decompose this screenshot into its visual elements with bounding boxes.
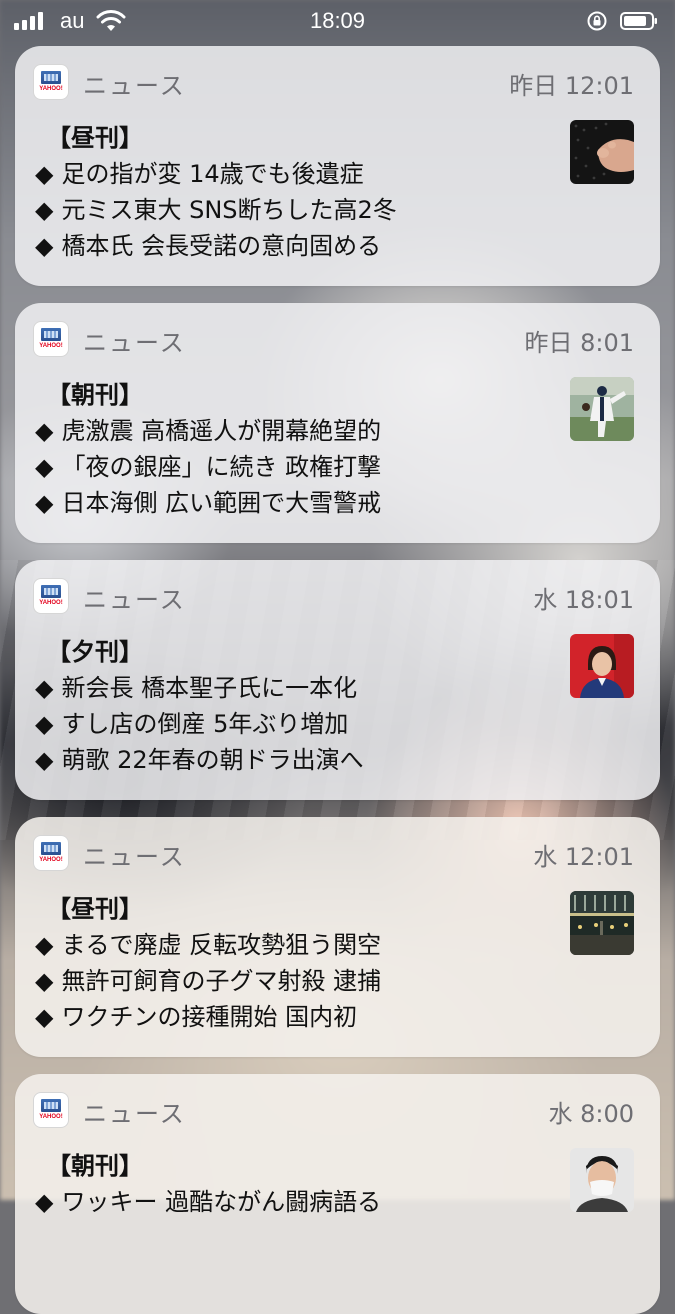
headline: ◆ 虎激震 高橋遥人が開幕絶望的	[35, 411, 381, 446]
bullet-icon: ◆	[35, 232, 54, 260]
headline-text: 元ミス東大 SNS断ちした高2冬	[61, 196, 397, 224]
bullet-icon: ◆	[35, 1188, 54, 1216]
headline-text: 足の指が変 14歳でも後遺症	[61, 160, 364, 188]
bullet-icon: ◆	[35, 931, 54, 959]
woman-portrait-photo-thumbnail	[570, 634, 634, 698]
notification-card[interactable]: YAHOO! ニュース 昨日 8:01 【朝刊】 ◆ 虎激震 高橋遥人が開幕絶望的…	[15, 303, 660, 543]
bullet-icon: ◆	[35, 710, 54, 738]
headline-text: 「夜の銀座」に続き 政権打撃	[61, 453, 382, 481]
headline-text: 虎激震 高橋遥人が開幕絶望的	[61, 417, 382, 445]
bullet-icon: ◆	[35, 489, 54, 517]
baseball-pitcher-photo-thumbnail	[570, 377, 634, 441]
headline-text: 萌歌 22年春の朝ドラ出演へ	[61, 746, 364, 774]
headline: ◆ 萌歌 22年春の朝ドラ出演へ	[35, 740, 364, 775]
headline-text: まるで廃虚 反転攻勢狙う関空	[61, 931, 382, 959]
status-clock: 18:09	[309, 8, 366, 33]
bullet-icon: ◆	[35, 160, 54, 188]
notification-time: 水 8:00	[548, 1100, 634, 1128]
empty-airport-photo-thumbnail	[570, 891, 634, 955]
edition-label: 【昼刊】	[47, 895, 143, 923]
headline: ◆ 日本海側 広い範囲で大雪警戒	[35, 483, 381, 518]
headline-text: ワクチンの接種開始 国内初	[61, 1003, 358, 1031]
bullet-icon: ◆	[35, 453, 54, 481]
headline: ◆ 足の指が変 14歳でも後遺症	[35, 154, 364, 189]
notification-card[interactable]: YAHOO! ニュース 昨日 12:01 【昼刊】 ◆ 足の指が変 14歳でも後遺…	[15, 46, 660, 286]
status-bar: au 18:09	[0, 0, 675, 44]
man-with-mask-photo-thumbnail	[570, 1148, 634, 1212]
headline: ◆ 無許可飼育の子グマ射殺 逮捕	[35, 961, 381, 996]
headline: ◆ すし店の倒産 5年ぶり増加	[35, 704, 348, 739]
edition-label: 【昼刊】	[47, 124, 143, 152]
app-name: ニュース	[83, 586, 186, 614]
notification-card[interactable]: YAHOO! ニュース 水 8:00 【朝刊】 ◆ ワッキー 過酷ながん闘病語る	[15, 1074, 660, 1314]
headline: ◆ 新会長 橋本聖子氏に一本化	[35, 668, 357, 703]
yahoo-news-app-icon: YAHOO!	[33, 835, 69, 871]
bullet-icon: ◆	[35, 967, 54, 995]
notification-time: 水 18:01	[533, 586, 634, 614]
headline: ◆ まるで廃虚 反転攻勢狙う関空	[35, 925, 381, 960]
battery-icon	[620, 12, 657, 30]
headline-text: 新会長 橋本聖子氏に一本化	[61, 674, 358, 702]
headline-text: 橋本氏 会長受諾の意向固める	[61, 232, 382, 260]
foot-photo-thumbnail	[570, 120, 634, 184]
bullet-icon: ◆	[35, 1003, 54, 1031]
bullet-icon: ◆	[35, 674, 54, 702]
headline: ◆ 元ミス東大 SNS断ちした高2冬	[35, 190, 397, 225]
bullet-icon: ◆	[35, 196, 54, 224]
app-name: ニュース	[83, 72, 186, 100]
headline-text: 日本海側 広い範囲で大雪警戒	[61, 489, 382, 517]
yahoo-news-app-icon: YAHOO!	[33, 578, 69, 614]
notification-card[interactable]: YAHOO! ニュース 水 12:01 【昼刊】 ◆ まるで廃虚 反転攻勢狙う関空…	[15, 817, 660, 1057]
yahoo-news-app-icon: YAHOO!	[33, 64, 69, 100]
headline-text: すし店の倒産 5年ぶり増加	[61, 710, 349, 738]
headline: ◆ 橋本氏 会長受諾の意向固める	[35, 226, 381, 261]
notification-time: 水 12:01	[533, 843, 634, 871]
edition-label: 【朝刊】	[47, 381, 143, 409]
headline-text: ワッキー 過酷ながん闘病語る	[61, 1188, 382, 1216]
yahoo-news-app-icon: YAHOO!	[33, 1092, 69, 1128]
yahoo-news-app-icon: YAHOO!	[33, 321, 69, 357]
headline: ◆ 「夜の銀座」に続き 政権打撃	[35, 447, 381, 482]
notification-time: 昨日 8:01	[524, 329, 634, 357]
bullet-icon: ◆	[35, 746, 54, 774]
notification-card[interactable]: YAHOO! ニュース 水 18:01 【夕刊】 ◆ 新会長 橋本聖子氏に一本化 …	[15, 560, 660, 800]
app-name: ニュース	[83, 843, 186, 871]
edition-label: 【夕刊】	[47, 638, 143, 666]
headline-text: 無許可飼育の子グマ射殺 逮捕	[61, 967, 382, 995]
app-name: ニュース	[83, 329, 186, 357]
app-name: ニュース	[83, 1100, 186, 1128]
notification-time: 昨日 12:01	[509, 72, 634, 100]
headline: ◆ ワクチンの接種開始 国内初	[35, 997, 357, 1032]
edition-label: 【朝刊】	[47, 1152, 143, 1180]
bullet-icon: ◆	[35, 417, 54, 445]
rotation-lock-icon	[587, 11, 607, 31]
